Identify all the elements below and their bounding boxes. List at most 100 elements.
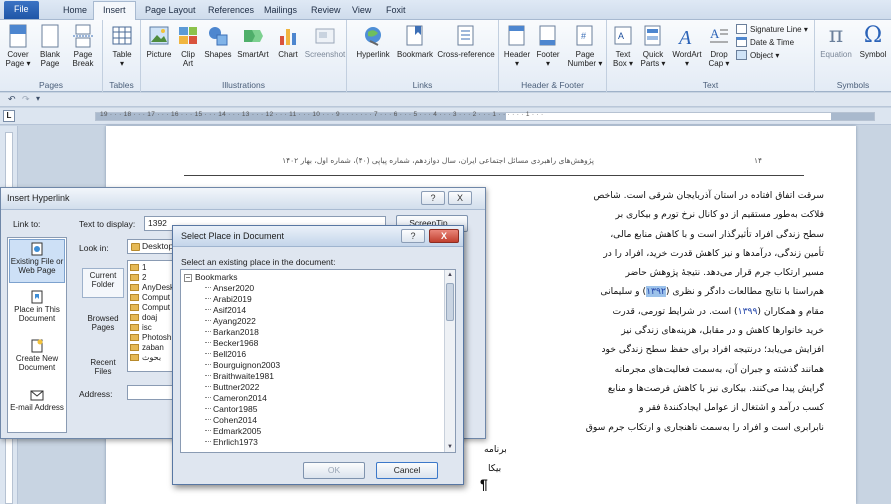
bookmark-item[interactable]: Buttner2022	[205, 382, 259, 392]
bookmark-item[interactable]: Edmark2005	[205, 426, 261, 436]
recent-files-button[interactable]: Recent Files	[82, 356, 124, 386]
cover-page-icon	[9, 24, 27, 48]
group-links: Hyperlink Bookmark Cross-reference Links	[347, 20, 499, 92]
drop-cap-button[interactable]: A Drop Cap ▾	[706, 24, 732, 68]
list-item[interactable]: Photosh	[130, 333, 171, 342]
list-item[interactable]: 2	[130, 273, 146, 282]
list-item[interactable]: 1	[130, 263, 146, 272]
footer-button[interactable]: Footer ▾	[534, 24, 562, 68]
page-break-button[interactable]: Page Break	[68, 24, 98, 68]
equation-button[interactable]: π Equation	[817, 24, 855, 60]
tab-home[interactable]: Home	[54, 2, 96, 20]
shapes-button[interactable]: Shapes	[203, 24, 233, 59]
scroll-down-icon[interactable]: ▼	[446, 444, 454, 450]
bookmark-item[interactable]: Braithwaite1981	[205, 371, 274, 381]
current-folder-button[interactable]: Current Folder	[82, 268, 124, 298]
list-item[interactable]: Comput	[130, 303, 170, 312]
bookmark-item[interactable]: Anser2020	[205, 283, 254, 293]
link-create-new-document[interactable]: Create New Document	[9, 337, 65, 381]
list-item[interactable]: zaban	[130, 343, 164, 352]
bookmark-item[interactable]: Cantor1985	[205, 404, 257, 414]
scroll-up-icon[interactable]: ▲	[446, 272, 454, 278]
link-place-in-document[interactable]: Place in This Document	[9, 288, 65, 332]
tree-connector	[205, 331, 211, 332]
bookmark-item[interactable]: Asif2014	[205, 305, 246, 315]
screenshot-button[interactable]: Screenshot	[304, 24, 346, 59]
chart-button[interactable]: Chart	[274, 24, 302, 59]
bookmark-item[interactable]: Becker1968	[205, 338, 258, 348]
tab-references[interactable]: References	[199, 2, 263, 20]
close-button[interactable]: X	[429, 229, 459, 243]
tab-file[interactable]: File	[4, 1, 39, 19]
bookmark-item[interactable]: Bourguignon2003	[205, 360, 280, 370]
link-existing-file[interactable]: Existing File or Web Page	[9, 239, 65, 283]
paragraph-mark: ¶	[480, 476, 488, 492]
undo-icon[interactable]: ↶	[8, 94, 16, 105]
tab-view[interactable]: View	[343, 2, 380, 20]
ok-button[interactable]: OK	[303, 462, 365, 479]
browse-buttons: Current Folder Browsed Pages Recent File…	[82, 258, 124, 392]
group-label-text: Text	[702, 80, 719, 90]
signature-line-button[interactable]: Signature Line ▾	[736, 24, 808, 35]
bookmark-item[interactable]: Arabi2019	[205, 294, 252, 304]
text-line: سطح زندگی افراد تأثیرگذار است و با کاهش …	[610, 228, 824, 240]
bookmark-tree[interactable]: − Bookmarks ▲ ▼ Anser2020 Arabi2019 Asif201…	[180, 269, 456, 453]
blank-page-button[interactable]: Blank Page	[36, 24, 64, 68]
group-pages: Cover Page ▾ Blank Page Page Break Pages	[0, 20, 103, 92]
bookmark-item[interactable]: Cameron2014	[205, 393, 267, 403]
redo-icon[interactable]: ↷	[22, 94, 30, 105]
tab-selector-icon[interactable]: L	[3, 110, 15, 122]
svg-text:A: A	[677, 27, 692, 48]
list-item[interactable]: AnyDesk	[130, 283, 174, 292]
citation-link[interactable]: ۱۳۹۹	[738, 306, 758, 317]
bookmark-item[interactable]: Bell2016	[205, 349, 246, 359]
footer-icon	[539, 25, 556, 46]
tab-insert[interactable]: Insert	[93, 1, 136, 21]
text-box-button[interactable]: A Text Box ▾	[611, 24, 635, 68]
cross-reference-button[interactable]: Cross-reference	[436, 24, 496, 59]
bookmark-item[interactable]: Ayang2022	[205, 316, 256, 326]
scroll-thumb[interactable]	[446, 283, 454, 321]
close-button[interactable]: X	[448, 191, 472, 205]
browsed-pages-button[interactable]: Browsed Pages	[82, 312, 124, 342]
customize-qat-icon[interactable]: ▾	[36, 94, 40, 103]
clip-art-button[interactable]: Clip Art	[176, 24, 200, 68]
quick-parts-button[interactable]: Quick Parts ▾	[638, 24, 668, 68]
symbol-button[interactable]: Ω Symbol	[857, 24, 889, 60]
tab-foxit[interactable]: Foxit	[377, 2, 415, 20]
object-button[interactable]: Object ▾	[736, 50, 779, 61]
link-email-address[interactable]: E-mail Address	[9, 386, 65, 430]
collapse-icon[interactable]: −	[184, 274, 192, 282]
help-button[interactable]: ?	[401, 229, 425, 243]
wordart-button[interactable]: A WordArt ▾	[670, 24, 704, 68]
bookmark-button[interactable]: Bookmark	[396, 24, 434, 59]
list-item[interactable]: بحوث	[130, 353, 161, 362]
list-item[interactable]: Comput	[130, 293, 170, 302]
ruler-margin-right	[831, 113, 874, 120]
text-line: سرقت اتفاق افتاده در استان آذربایجان شرق…	[593, 190, 824, 201]
selected-citation[interactable]: ۱۳۹۲	[646, 286, 666, 298]
tab-page-layout[interactable]: Page Layout	[136, 2, 205, 20]
cancel-button[interactable]: Cancel	[376, 462, 438, 479]
picture-button[interactable]: Picture	[145, 24, 173, 59]
hyperlink-button[interactable]: Hyperlink	[353, 24, 393, 59]
bookmark-item[interactable]: Ehrlich1973	[205, 437, 258, 447]
body-paragraph[interactable]: سرقت اتفاق افتاده در استان آذربایجان شرق…	[506, 186, 824, 437]
table-button[interactable]: Table ▾	[108, 24, 136, 68]
bookmarks-root[interactable]: − Bookmarks	[184, 272, 238, 282]
tree-scrollbar[interactable]: ▲ ▼	[444, 270, 455, 452]
list-item[interactable]: doaj	[130, 313, 157, 322]
horizontal-ruler[interactable]: L 19 · · · 18 · · · 17 · · · 16 · · · 15…	[0, 108, 891, 125]
bookmark-item[interactable]: Cohen2014	[205, 415, 257, 425]
folder-icon	[130, 314, 139, 321]
smartart-icon	[244, 30, 263, 42]
help-button[interactable]: ?	[421, 191, 445, 205]
page-number-button[interactable]: # Page Number ▾	[565, 24, 605, 68]
list-item[interactable]: isc	[130, 323, 152, 332]
bookmark-item[interactable]: Barkan2018	[205, 327, 259, 337]
cover-page-button[interactable]: Cover Page ▾	[4, 24, 32, 68]
smartart-button[interactable]: SmartArt	[235, 24, 271, 59]
tab-mailings[interactable]: Mailings	[255, 2, 306, 20]
header-button[interactable]: Header ▾	[503, 24, 531, 68]
date-time-button[interactable]: Date & Time	[736, 37, 794, 48]
